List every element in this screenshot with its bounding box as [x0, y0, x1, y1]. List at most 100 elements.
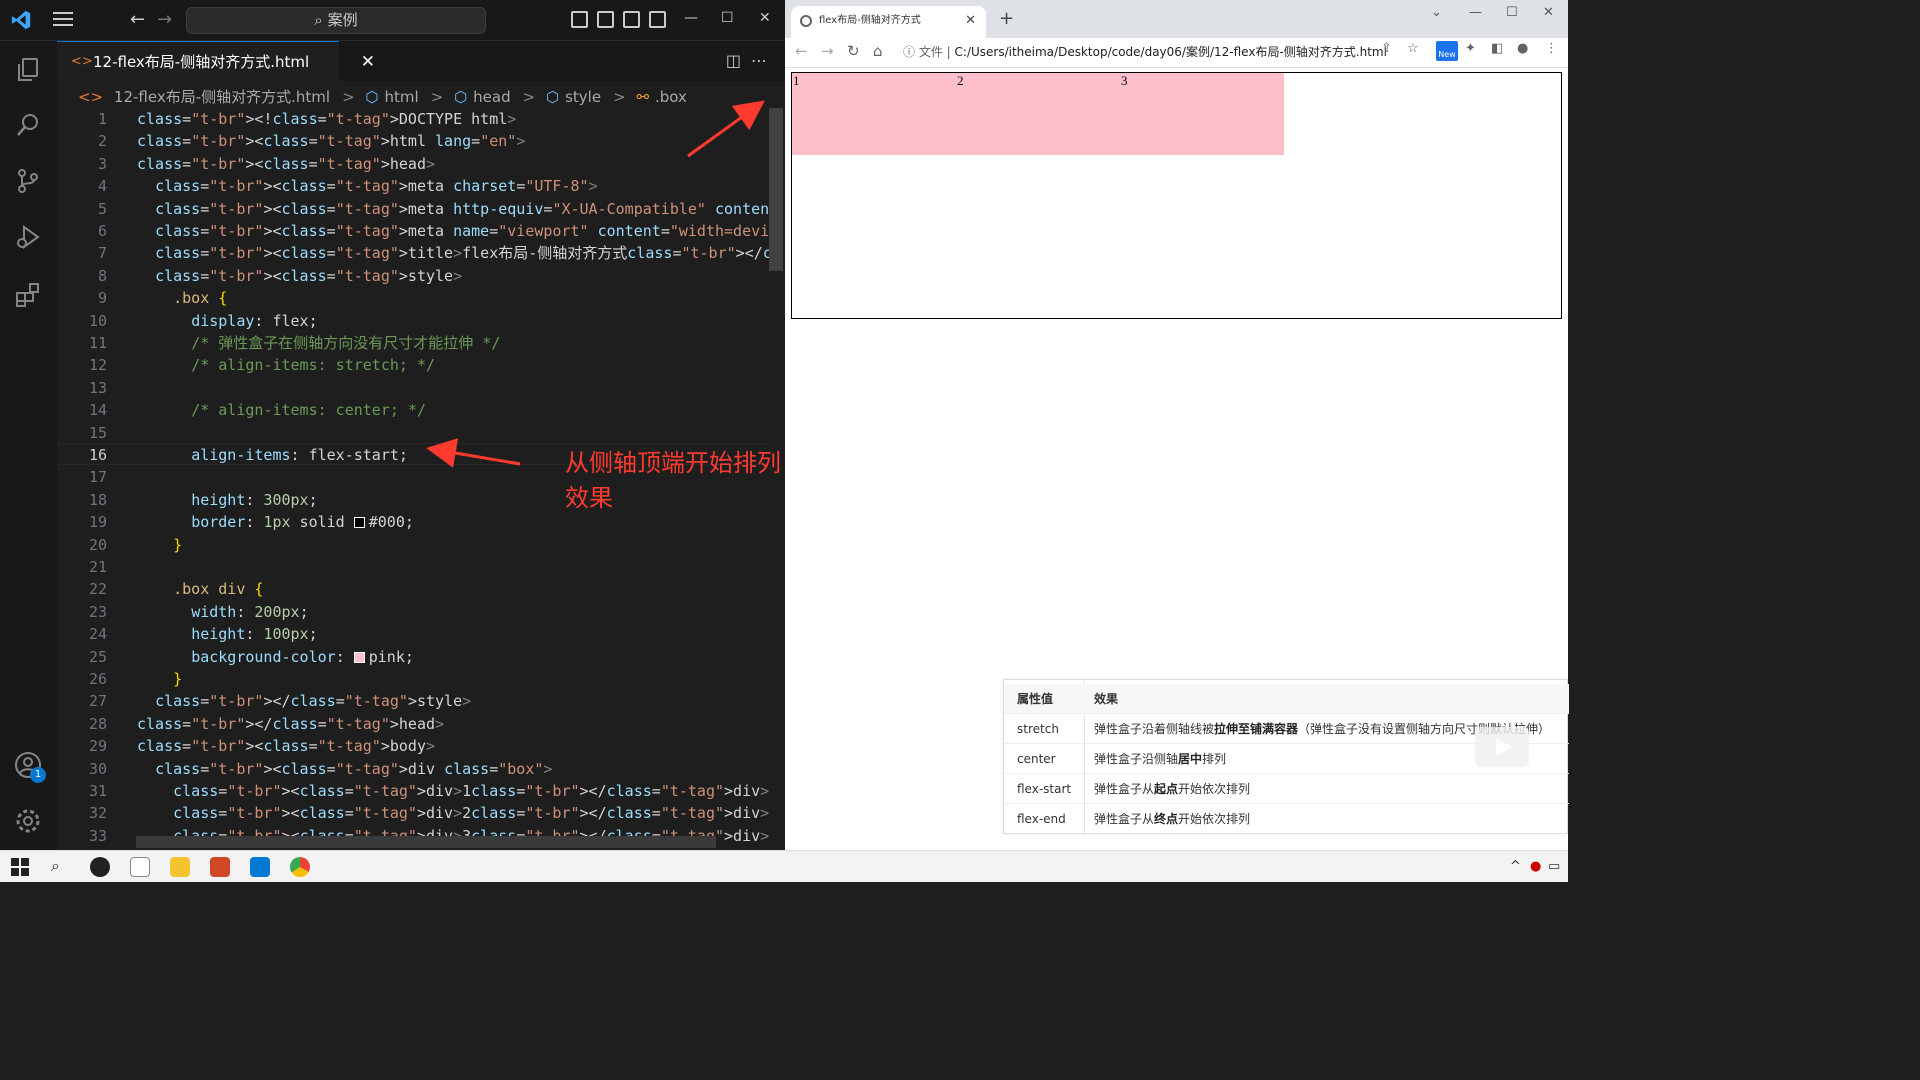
taskbar-search-icon[interactable]: ⌕ [51, 856, 60, 876]
table-row: flex-end 弹性盒子从终点开始依次排列 [1004, 804, 1569, 834]
code-line[interactable]: 25 background-color: pink; [57, 646, 769, 668]
html-file-icon: <> [71, 54, 93, 69]
code-line[interactable]: 8 class="t-br"><class="t-tag">style> [57, 265, 769, 287]
breadcrumb-item[interactable]: style [565, 88, 601, 106]
forward-arrow-icon[interactable]: → [157, 9, 172, 30]
home-icon[interactable]: ⌂ [873, 42, 883, 60]
code-line[interactable]: 27 class="t-br"></class="t-tag">style> [57, 690, 769, 712]
new-extension-badge[interactable]: New [1436, 41, 1458, 61]
code-line[interactable]: 3 class="t-br"><class="t-tag">head> [57, 153, 769, 175]
share-icon[interactable]: ⇪ [1381, 41, 1392, 56]
code-line[interactable]: 15 [57, 422, 769, 444]
breadcrumb-item[interactable]: html [385, 88, 419, 106]
code-line[interactable]: 11 /* 弹性盒子在侧轴方向没有尺寸才能拉伸 */ [57, 332, 769, 354]
code-line[interactable]: 32 class="t-br"><class="t-tag">div>2clas… [57, 802, 769, 824]
code-line[interactable]: 26 } [57, 668, 769, 690]
typora-icon[interactable] [130, 857, 150, 877]
line-number: 22 [88, 580, 107, 599]
code-line[interactable]: 20 } [57, 534, 769, 556]
toggle-panel-icon[interactable] [597, 11, 614, 28]
tray-chevron-up-icon[interactable]: ^ [1510, 859, 1521, 874]
code-line[interactable]: 21 [57, 556, 769, 578]
back-icon[interactable]: ← [795, 42, 808, 60]
command-search-box[interactable]: ⌕ 案例 [186, 7, 486, 34]
forward-icon[interactable]: → [821, 42, 834, 60]
back-arrow-icon[interactable]: ← [130, 9, 145, 30]
hamburger-menu-icon[interactable] [53, 12, 73, 28]
tray-app-icon[interactable]: ● [1530, 859, 1541, 874]
maximize-icon[interactable]: ☐ [721, 10, 734, 26]
run-debug-icon[interactable] [14, 223, 42, 251]
header-cell: 属性值 [1017, 692, 1054, 706]
side-panel-icon[interactable]: ◧ [1491, 41, 1503, 56]
chrome-icon[interactable] [290, 857, 310, 877]
code-line[interactable]: 10 display: flex; [57, 310, 769, 332]
customize-layout-icon[interactable] [649, 11, 666, 28]
windows-start-icon[interactable] [10, 857, 30, 877]
file-explorer-icon[interactable] [170, 857, 190, 877]
browser-close-icon[interactable]: ✕ [1543, 5, 1554, 20]
line-number: 4 [97, 177, 107, 196]
tab-search-icon[interactable]: ⌄ [1431, 5, 1442, 20]
tab-close-icon[interactable]: ✕ [965, 6, 976, 36]
breadcrumb-item[interactable]: .box [655, 88, 687, 106]
code-line[interactable]: 4 class="t-br"><class="t-tag">meta chars… [57, 175, 769, 197]
code-line[interactable]: 9 .box { [57, 287, 769, 309]
line-number: 32 [88, 804, 107, 823]
toggle-secondary-sidebar-icon[interactable] [623, 11, 640, 28]
tab-close-icon[interactable]: ✕ [361, 42, 375, 82]
breadcrumb-item[interactable]: head [473, 88, 510, 106]
vscode-taskbar-icon[interactable] [250, 857, 270, 877]
code-line[interactable]: 13 [57, 377, 769, 399]
breadcrumb-item[interactable]: 12-flex布局-侧轴对齐方式.html [114, 88, 330, 106]
line-number: 7 [97, 244, 107, 263]
new-tab-button[interactable]: + [999, 8, 1014, 29]
explorer-icon[interactable] [14, 55, 42, 83]
scrollbar-thumb[interactable] [769, 108, 783, 271]
editor-horizontal-scrollbar[interactable] [136, 836, 716, 848]
extensions-puzzle-icon[interactable]: ✦ [1465, 41, 1476, 56]
table-cell-desc: 弹性盒子从终点开始依次排列 [1094, 812, 1251, 826]
code-line[interactable]: 28 class="t-br"></class="t-tag">head> [57, 713, 769, 735]
line-number: 12 [88, 356, 107, 375]
code-line[interactable]: 24 height: 100px; [57, 623, 769, 645]
settings-gear-icon[interactable] [14, 807, 42, 835]
code-line[interactable]: 29 class="t-br"><class="t-tag">body> [57, 735, 769, 757]
browser-tab[interactable]: flex布局-侧轴对齐方式 ✕ [791, 6, 986, 38]
powerpoint-icon[interactable] [210, 857, 230, 877]
code-line[interactable]: 30 class="t-br"><class="t-tag">div class… [57, 758, 769, 780]
address-bar[interactable]: ⓘ 文件 | C:/Users/itheima/Desktop/code/day… [903, 41, 1411, 63]
bookmark-star-icon[interactable]: ☆ [1407, 41, 1419, 56]
extensions-icon[interactable] [14, 281, 42, 309]
code-line[interactable]: 22 .box div { [57, 578, 769, 600]
video-play-button[interactable] [1475, 727, 1529, 767]
browser-minimize-icon[interactable]: — [1469, 5, 1482, 20]
toggle-sidebar-icon[interactable] [571, 11, 588, 28]
code-line[interactable]: 14 /* align-items: center; */ [57, 399, 769, 421]
code-line[interactable]: 5 class="t-br"><class="t-tag">meta http-… [57, 198, 769, 220]
more-actions-icon[interactable]: ⋯ [751, 51, 767, 70]
search-sidebar-icon[interactable] [14, 111, 42, 139]
split-editor-icon[interactable]: ◫ [726, 51, 741, 70]
browser-menu-icon[interactable]: ⋮ [1545, 41, 1558, 56]
close-window-icon[interactable]: ✕ [759, 10, 771, 26]
line-number: 6 [97, 222, 107, 240]
notification-icon[interactable]: ▭ [1548, 859, 1560, 874]
code-text: class="t-br"><class="t-tag">head> [137, 154, 436, 173]
code-line[interactable]: 12 /* align-items: stretch; */ [57, 354, 769, 376]
code-line[interactable]: 19 border: 1px solid #000; [57, 511, 769, 533]
source-control-icon[interactable] [14, 167, 42, 195]
code-line[interactable]: 6 class="t-br"><class="t-tag">meta name=… [57, 220, 769, 242]
minimize-icon[interactable]: — [684, 10, 698, 26]
code-line[interactable]: 31 class="t-br"><class="t-tag">div>1clas… [57, 780, 769, 802]
code-line[interactable]: 1 class="t-br"><!class="t-tag">DOCTYPE ht… [57, 108, 769, 130]
editor-tab[interactable]: <> 12-flex布局-侧轴对齐方式.html ✕ [57, 41, 375, 81]
code-line[interactable]: 2 class="t-br"><class="t-tag">html lang="… [57, 130, 769, 152]
obs-icon[interactable] [90, 857, 110, 877]
reload-icon[interactable]: ↻ [847, 42, 860, 60]
profile-icon[interactable]: ● [1517, 41, 1528, 56]
code-line[interactable]: 7 class="t-br"><class="t-tag">title>flex… [57, 242, 769, 264]
browser-maximize-icon[interactable]: ☐ [1506, 5, 1518, 20]
code-line[interactable]: 23 width: 200px; [57, 601, 769, 623]
vscode-window: ← → ⌕ 案例 — ☐ ✕ 1 <> 12-flex布局-侧轴对齐方式.htm… [0, 0, 785, 850]
